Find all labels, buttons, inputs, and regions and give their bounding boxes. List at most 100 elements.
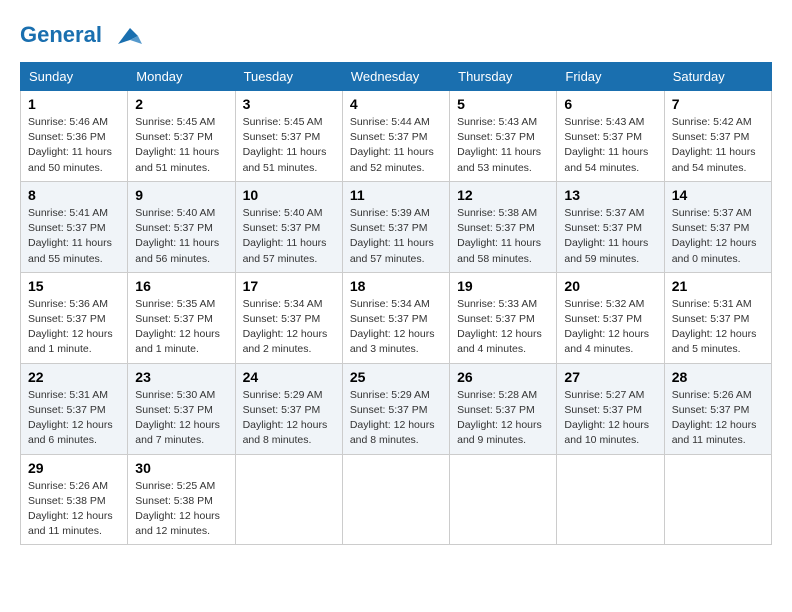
day-info: Sunrise: 5:44 AM Sunset: 5:37 PM Dayligh… [350, 115, 442, 176]
day-info: Sunrise: 5:28 AM Sunset: 5:37 PM Dayligh… [457, 388, 549, 449]
page-header: General [20, 20, 772, 52]
calendar-cell: 10 Sunrise: 5:40 AM Sunset: 5:37 PM Dayl… [235, 181, 342, 272]
day-info: Sunrise: 5:25 AM Sunset: 5:38 PM Dayligh… [135, 479, 227, 540]
calendar-cell: 24 Sunrise: 5:29 AM Sunset: 5:37 PM Dayl… [235, 363, 342, 454]
day-info: Sunrise: 5:43 AM Sunset: 5:37 PM Dayligh… [457, 115, 549, 176]
calendar-cell: 28 Sunrise: 5:26 AM Sunset: 5:37 PM Dayl… [664, 363, 771, 454]
day-info: Sunrise: 5:42 AM Sunset: 5:37 PM Dayligh… [672, 115, 764, 176]
day-info: Sunrise: 5:29 AM Sunset: 5:37 PM Dayligh… [350, 388, 442, 449]
calendar-cell: 12 Sunrise: 5:38 AM Sunset: 5:37 PM Dayl… [450, 181, 557, 272]
calendar-week-5: 29 Sunrise: 5:26 AM Sunset: 5:38 PM Dayl… [21, 454, 772, 545]
day-number: 18 [350, 278, 442, 294]
day-info: Sunrise: 5:38 AM Sunset: 5:37 PM Dayligh… [457, 206, 549, 267]
calendar-cell: 18 Sunrise: 5:34 AM Sunset: 5:37 PM Dayl… [342, 272, 449, 363]
calendar-cell: 16 Sunrise: 5:35 AM Sunset: 5:37 PM Dayl… [128, 272, 235, 363]
day-number: 20 [564, 278, 656, 294]
calendar-cell [342, 454, 449, 545]
day-number: 7 [672, 96, 764, 112]
calendar-cell: 6 Sunrise: 5:43 AM Sunset: 5:37 PM Dayli… [557, 91, 664, 182]
day-number: 12 [457, 187, 549, 203]
calendar-cell: 5 Sunrise: 5:43 AM Sunset: 5:37 PM Dayli… [450, 91, 557, 182]
calendar-cell: 3 Sunrise: 5:45 AM Sunset: 5:37 PM Dayli… [235, 91, 342, 182]
day-number: 24 [243, 369, 335, 385]
calendar-cell: 27 Sunrise: 5:27 AM Sunset: 5:37 PM Dayl… [557, 363, 664, 454]
day-info: Sunrise: 5:30 AM Sunset: 5:37 PM Dayligh… [135, 388, 227, 449]
calendar-cell: 7 Sunrise: 5:42 AM Sunset: 5:37 PM Dayli… [664, 91, 771, 182]
day-info: Sunrise: 5:26 AM Sunset: 5:37 PM Dayligh… [672, 388, 764, 449]
day-number: 11 [350, 187, 442, 203]
day-info: Sunrise: 5:45 AM Sunset: 5:37 PM Dayligh… [135, 115, 227, 176]
calendar-cell: 14 Sunrise: 5:37 AM Sunset: 5:37 PM Dayl… [664, 181, 771, 272]
day-number: 2 [135, 96, 227, 112]
day-info: Sunrise: 5:36 AM Sunset: 5:37 PM Dayligh… [28, 297, 120, 358]
calendar-cell: 26 Sunrise: 5:28 AM Sunset: 5:37 PM Dayl… [450, 363, 557, 454]
calendar-cell: 29 Sunrise: 5:26 AM Sunset: 5:38 PM Dayl… [21, 454, 128, 545]
calendar-cell [235, 454, 342, 545]
calendar-cell: 2 Sunrise: 5:45 AM Sunset: 5:37 PM Dayli… [128, 91, 235, 182]
calendar-cell: 20 Sunrise: 5:32 AM Sunset: 5:37 PM Dayl… [557, 272, 664, 363]
day-info: Sunrise: 5:35 AM Sunset: 5:37 PM Dayligh… [135, 297, 227, 358]
day-number: 15 [28, 278, 120, 294]
day-number: 25 [350, 369, 442, 385]
calendar-cell: 22 Sunrise: 5:31 AM Sunset: 5:37 PM Dayl… [21, 363, 128, 454]
day-info: Sunrise: 5:41 AM Sunset: 5:37 PM Dayligh… [28, 206, 120, 267]
calendar-table: SundayMondayTuesdayWednesdayThursdayFrid… [20, 62, 772, 545]
day-info: Sunrise: 5:40 AM Sunset: 5:37 PM Dayligh… [243, 206, 335, 267]
day-number: 23 [135, 369, 227, 385]
day-number: 14 [672, 187, 764, 203]
weekday-header-friday: Friday [557, 63, 664, 91]
day-info: Sunrise: 5:26 AM Sunset: 5:38 PM Dayligh… [28, 479, 120, 540]
calendar-cell: 13 Sunrise: 5:37 AM Sunset: 5:37 PM Dayl… [557, 181, 664, 272]
calendar-week-2: 8 Sunrise: 5:41 AM Sunset: 5:37 PM Dayli… [21, 181, 772, 272]
day-number: 8 [28, 187, 120, 203]
day-number: 16 [135, 278, 227, 294]
day-number: 6 [564, 96, 656, 112]
calendar-cell [450, 454, 557, 545]
day-number: 21 [672, 278, 764, 294]
calendar-cell: 19 Sunrise: 5:33 AM Sunset: 5:37 PM Dayl… [450, 272, 557, 363]
day-info: Sunrise: 5:31 AM Sunset: 5:37 PM Dayligh… [28, 388, 120, 449]
calendar-cell: 11 Sunrise: 5:39 AM Sunset: 5:37 PM Dayl… [342, 181, 449, 272]
calendar-cell: 8 Sunrise: 5:41 AM Sunset: 5:37 PM Dayli… [21, 181, 128, 272]
day-number: 19 [457, 278, 549, 294]
day-info: Sunrise: 5:37 AM Sunset: 5:37 PM Dayligh… [672, 206, 764, 267]
day-info: Sunrise: 5:33 AM Sunset: 5:37 PM Dayligh… [457, 297, 549, 358]
day-info: Sunrise: 5:34 AM Sunset: 5:37 PM Dayligh… [243, 297, 335, 358]
day-number: 5 [457, 96, 549, 112]
day-number: 10 [243, 187, 335, 203]
day-number: 22 [28, 369, 120, 385]
calendar-cell: 30 Sunrise: 5:25 AM Sunset: 5:38 PM Dayl… [128, 454, 235, 545]
logo-general: General [20, 22, 102, 47]
weekday-header-saturday: Saturday [664, 63, 771, 91]
day-number: 1 [28, 96, 120, 112]
calendar-cell: 21 Sunrise: 5:31 AM Sunset: 5:37 PM Dayl… [664, 272, 771, 363]
calendar-cell [664, 454, 771, 545]
calendar-cell [557, 454, 664, 545]
calendar-week-4: 22 Sunrise: 5:31 AM Sunset: 5:37 PM Dayl… [21, 363, 772, 454]
day-number: 27 [564, 369, 656, 385]
day-info: Sunrise: 5:39 AM Sunset: 5:37 PM Dayligh… [350, 206, 442, 267]
calendar-week-1: 1 Sunrise: 5:46 AM Sunset: 5:36 PM Dayli… [21, 91, 772, 182]
weekday-header-tuesday: Tuesday [235, 63, 342, 91]
weekday-header-wednesday: Wednesday [342, 63, 449, 91]
day-number: 28 [672, 369, 764, 385]
calendar-cell: 15 Sunrise: 5:36 AM Sunset: 5:37 PM Dayl… [21, 272, 128, 363]
day-info: Sunrise: 5:34 AM Sunset: 5:37 PM Dayligh… [350, 297, 442, 358]
weekday-header-monday: Monday [128, 63, 235, 91]
day-info: Sunrise: 5:45 AM Sunset: 5:37 PM Dayligh… [243, 115, 335, 176]
day-number: 30 [135, 460, 227, 476]
day-info: Sunrise: 5:43 AM Sunset: 5:37 PM Dayligh… [564, 115, 656, 176]
calendar-cell: 17 Sunrise: 5:34 AM Sunset: 5:37 PM Dayl… [235, 272, 342, 363]
day-number: 29 [28, 460, 120, 476]
weekday-header-row: SundayMondayTuesdayWednesdayThursdayFrid… [21, 63, 772, 91]
day-number: 17 [243, 278, 335, 294]
day-info: Sunrise: 5:31 AM Sunset: 5:37 PM Dayligh… [672, 297, 764, 358]
weekday-header-sunday: Sunday [21, 63, 128, 91]
day-number: 4 [350, 96, 442, 112]
day-info: Sunrise: 5:27 AM Sunset: 5:37 PM Dayligh… [564, 388, 656, 449]
calendar-cell: 1 Sunrise: 5:46 AM Sunset: 5:36 PM Dayli… [21, 91, 128, 182]
calendar-cell: 23 Sunrise: 5:30 AM Sunset: 5:37 PM Dayl… [128, 363, 235, 454]
day-info: Sunrise: 5:46 AM Sunset: 5:36 PM Dayligh… [28, 115, 120, 176]
day-number: 9 [135, 187, 227, 203]
day-number: 3 [243, 96, 335, 112]
